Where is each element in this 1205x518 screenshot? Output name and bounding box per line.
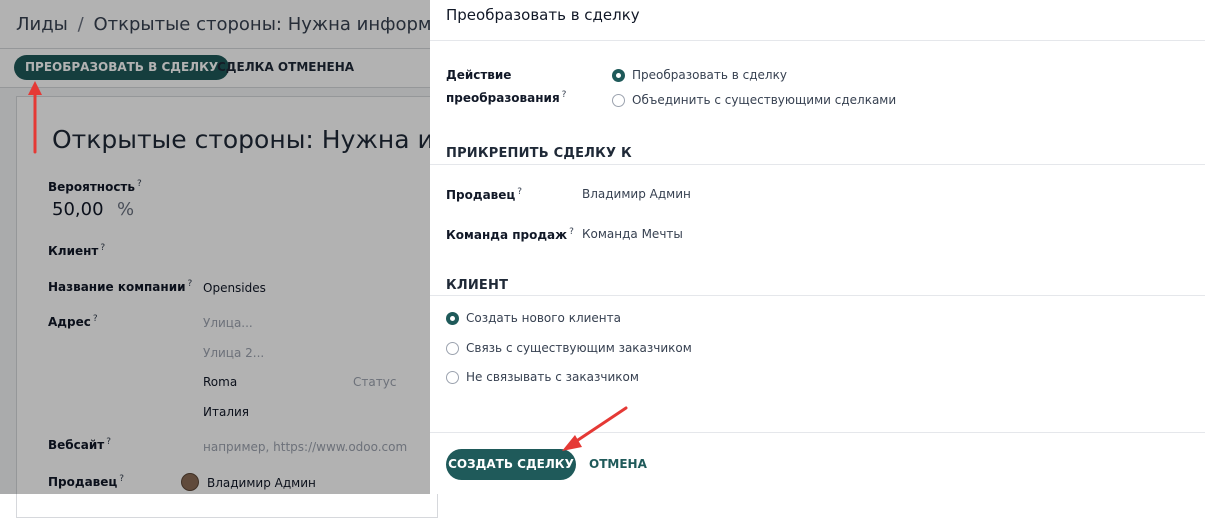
help-mark-icon: ?: [569, 227, 574, 237]
radio-label: Создать нового клиента: [466, 311, 621, 325]
conversion-action-label: Действие преобразования?: [446, 68, 567, 105]
cancel-button[interactable]: ОТМЕНА: [589, 449, 647, 480]
radio-merge-option[interactable]: Объединить с существующими сделками: [612, 93, 896, 107]
salesperson-field[interactable]: Владимир Админ: [582, 187, 691, 201]
radio-checked-icon[interactable]: [612, 68, 625, 82]
customer-section-heading: КЛИЕНТ: [446, 278, 509, 293]
radio-label: Преобразовать в сделку: [632, 68, 787, 82]
radio-label: Связь с существующим заказчиком: [466, 341, 692, 355]
radio-label: Не связывать с заказчиком: [466, 370, 639, 384]
radio-link-customer[interactable]: Связь с существующим заказчиком: [446, 341, 692, 355]
radio-checked-icon[interactable]: [446, 311, 459, 325]
sales-team-label: Команда продаж?: [446, 227, 574, 242]
section-divider: [430, 164, 1205, 165]
help-mark-icon: ?: [561, 90, 567, 100]
radio-create-customer[interactable]: Создать нового клиента: [446, 311, 621, 325]
salesperson-label: Продавец?: [446, 187, 523, 202]
radio-no-customer[interactable]: Не связывать с заказчиком: [446, 370, 639, 384]
assign-section-heading: ПРИКРЕПИТЬ СДЕЛКУ К: [446, 146, 632, 161]
radio-label: Объединить с существующими сделками: [632, 93, 897, 107]
dialog-title: Преобразовать в сделку: [446, 6, 640, 24]
convert-dialog: Преобразовать в сделку Действие преобраз…: [430, 0, 1205, 494]
sales-team-field[interactable]: Команда Мечты: [582, 227, 683, 241]
radio-unchecked-icon[interactable]: [446, 341, 459, 355]
radio-unchecked-icon[interactable]: [612, 93, 625, 107]
radio-convert-option[interactable]: Преобразовать в сделку: [612, 68, 787, 82]
help-mark-icon: ?: [517, 187, 523, 197]
section-divider: [430, 295, 1205, 296]
radio-unchecked-icon[interactable]: [446, 370, 459, 384]
create-opportunity-button[interactable]: СОЗДАТЬ СДЕЛКУ: [446, 449, 576, 480]
dialog-header-divider: [430, 40, 1205, 41]
dialog-footer-divider: [430, 432, 1205, 433]
